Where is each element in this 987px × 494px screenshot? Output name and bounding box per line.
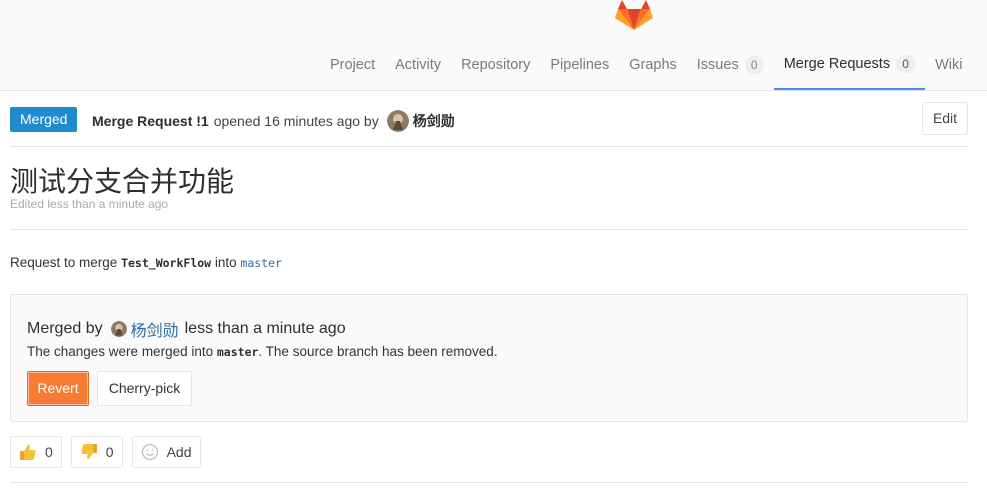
top-header: Project Activity Repository Pipelines Gr… bbox=[0, 0, 987, 91]
merged-note-prefix: The changes were merged into bbox=[27, 344, 214, 359]
merged-target-branch: master bbox=[216, 345, 259, 359]
gitlab-logo-icon[interactable] bbox=[615, 0, 653, 30]
nav-repository[interactable]: Repository bbox=[451, 40, 540, 90]
merge-request-meta: Merge Request !1 opened 16 minutes ago b… bbox=[92, 110, 455, 132]
nav-label: Repository bbox=[461, 57, 531, 73]
divider bbox=[10, 229, 968, 230]
nav-label: Issues bbox=[696, 57, 739, 73]
nav-label: Activity bbox=[395, 57, 442, 73]
edited-timestamp: Edited less than a minute ago bbox=[10, 197, 169, 211]
merge-requests-count-badge: 0 bbox=[896, 55, 916, 73]
merged-note-suffix: . The source branch has been removed. bbox=[258, 344, 498, 359]
nav-issues[interactable]: Issues 0 bbox=[687, 40, 774, 90]
nav-project[interactable]: Project bbox=[320, 40, 385, 90]
source-branch: Test_WorkFlow bbox=[121, 256, 212, 270]
nav-merge-requests[interactable]: Merge Requests 0 bbox=[773, 40, 926, 90]
request-prefix: Request to merge bbox=[10, 255, 118, 270]
merge-request-header: Merged Merge Request !1 opened 16 minute… bbox=[10, 102, 968, 147]
issues-count-badge: 0 bbox=[744, 56, 764, 74]
thumbsdown-award-button[interactable]: 0 bbox=[70, 436, 123, 468]
merger-name-link[interactable]: 杨剑勋 bbox=[131, 317, 179, 341]
smiley-icon bbox=[141, 443, 158, 461]
merge-request-title: 测试分支合并功能 bbox=[10, 165, 235, 198]
author-avatar[interactable] bbox=[386, 110, 409, 132]
nav-label: Merge Requests bbox=[783, 56, 891, 72]
target-branch-link[interactable]: master bbox=[240, 256, 282, 270]
merged-note: The changes were merged into master. The… bbox=[27, 344, 498, 359]
nav-label: Wiki bbox=[935, 57, 963, 73]
divider bbox=[10, 482, 968, 483]
thumbs-down-icon bbox=[81, 444, 97, 460]
nav-label: Project bbox=[330, 57, 376, 73]
merged-panel: Merged by 杨剑勋 less than a minute ago The… bbox=[10, 294, 968, 422]
merged-by-line: Merged by 杨剑勋 less than a minute ago bbox=[27, 317, 346, 341]
edit-button[interactable]: Edit bbox=[922, 102, 968, 135]
add-award-label: Add bbox=[166, 444, 192, 460]
thumbsdown-count: 0 bbox=[105, 444, 114, 460]
nav-wiki[interactable]: Wiki bbox=[925, 40, 972, 90]
award-emoji-bar: 0 0 Add bbox=[10, 436, 201, 468]
request-into: into bbox=[214, 255, 237, 270]
author-name[interactable]: 杨剑勋 bbox=[413, 111, 455, 131]
merge-request-branches: Request to merge Test_WorkFlow into mast… bbox=[10, 255, 282, 270]
cherry-pick-button[interactable]: Cherry-pick bbox=[97, 371, 192, 406]
merged-by-label: Merged by bbox=[27, 320, 103, 337]
nav-label: Pipelines bbox=[550, 57, 610, 73]
nav-graphs[interactable]: Graphs bbox=[619, 40, 687, 90]
merger-avatar[interactable] bbox=[110, 321, 127, 337]
nav-label: Graphs bbox=[629, 57, 677, 73]
opened-text: opened 16 minutes ago by bbox=[213, 113, 379, 129]
merged-time: less than a minute ago bbox=[184, 320, 346, 337]
nav-pipelines[interactable]: Pipelines bbox=[540, 40, 619, 90]
project-nav: Project Activity Repository Pipelines Gr… bbox=[320, 40, 972, 90]
status-badge: Merged bbox=[10, 107, 78, 132]
thumbsup-count: 0 bbox=[45, 444, 53, 460]
thumbsup-award-button[interactable]: 0 bbox=[10, 436, 62, 468]
revert-button[interactable]: Revert bbox=[27, 371, 89, 406]
add-award-button[interactable]: Add bbox=[131, 436, 201, 468]
nav-activity[interactable]: Activity bbox=[385, 40, 451, 90]
merge-request-ref: Merge Request !1 bbox=[92, 113, 209, 129]
thumbs-up-icon bbox=[20, 444, 36, 460]
